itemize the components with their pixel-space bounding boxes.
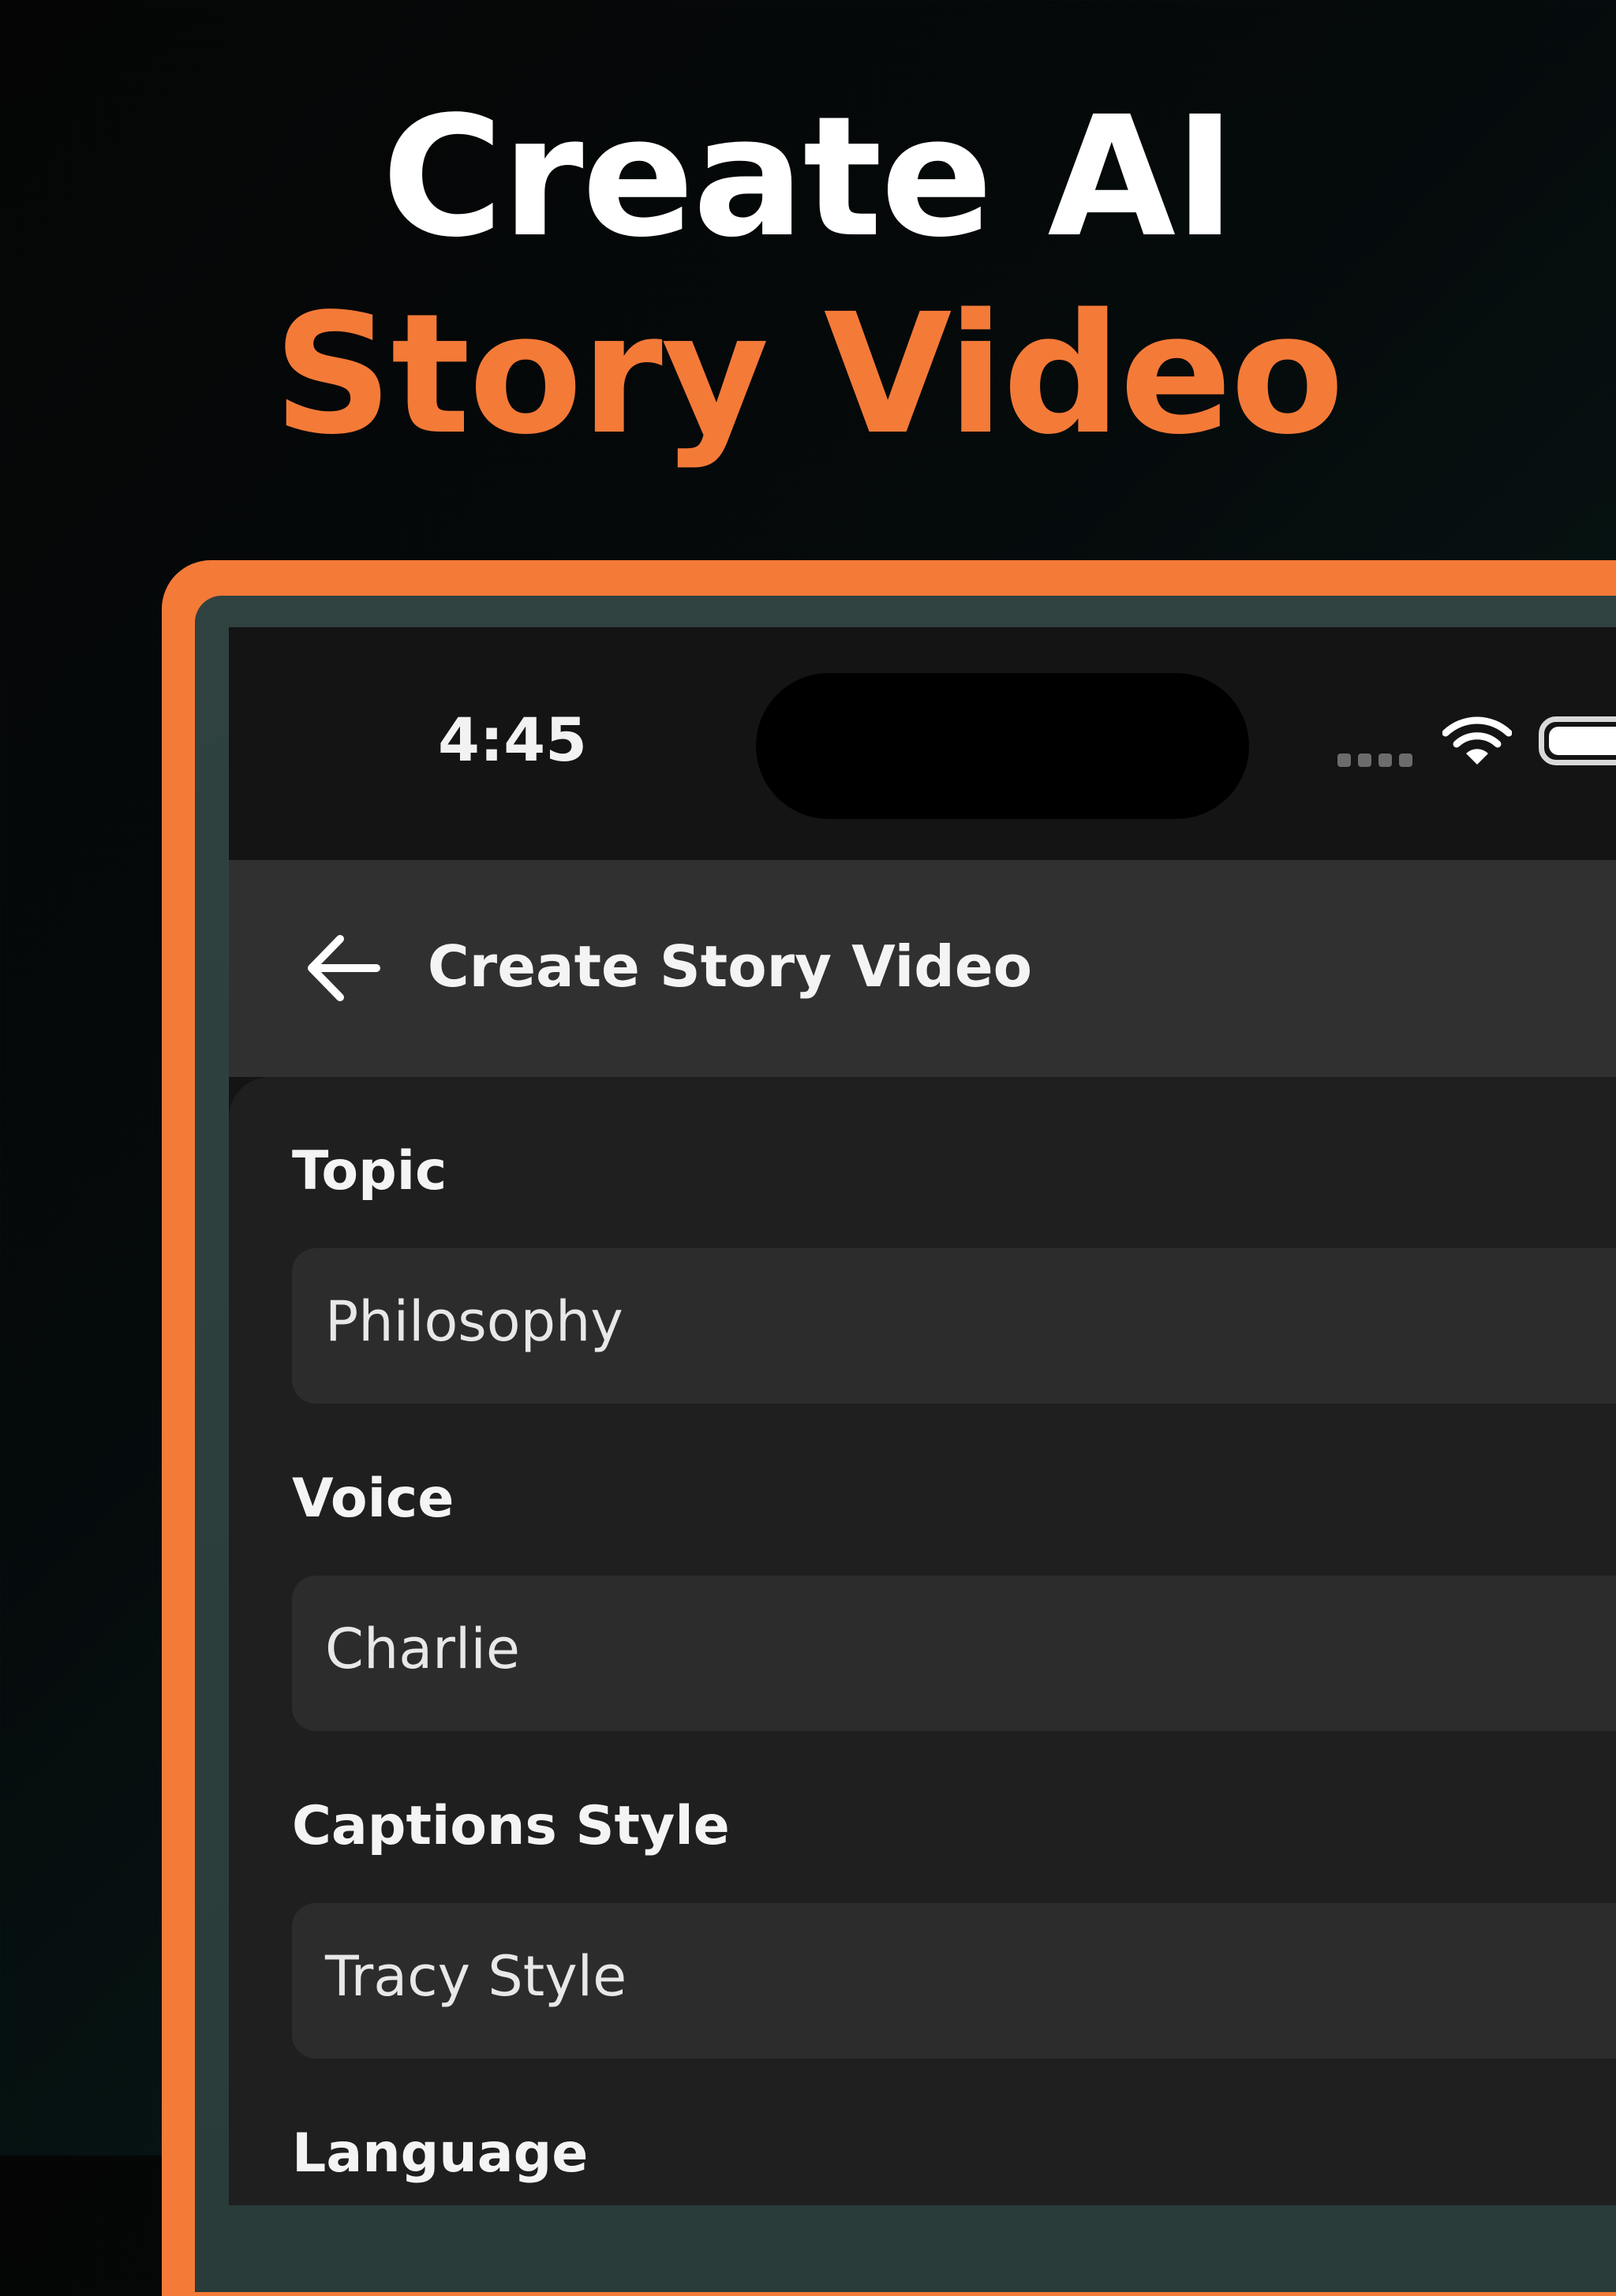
captions-style-field[interactable]: Tracy Style: [292, 1903, 1616, 2059]
wifi-icon: [1442, 716, 1512, 765]
captions-style-value: Tracy Style: [325, 1944, 627, 2009]
page-title: Create Story Video: [427, 933, 1033, 1000]
language-label: Language: [292, 2122, 589, 2185]
promo-headline-line1: Create AI: [381, 80, 1236, 274]
promo-headline-line2: Story Video: [273, 278, 1344, 471]
nav-bar: Create Story Video: [229, 860, 1616, 1077]
status-bar: 4:45: [229, 627, 1616, 860]
captions-style-label: Captions Style: [292, 1795, 730, 1857]
dynamic-island: [756, 673, 1249, 819]
signal-icon: [1337, 753, 1412, 767]
battery-icon: [1539, 716, 1616, 765]
topic-field[interactable]: Philosophy: [292, 1248, 1616, 1404]
device-screen: 4:45 Create Story Video Topic Philosophy…: [229, 627, 1616, 2205]
form-panel: Topic Philosophy Voice Charlie Captions …: [229, 1077, 1616, 2205]
voice-label: Voice: [292, 1468, 454, 1530]
topic-value: Philosophy: [325, 1289, 623, 1354]
topic-label: Topic: [292, 1140, 447, 1202]
voice-field[interactable]: Charlie: [292, 1576, 1616, 1731]
voice-value: Charlie: [325, 1617, 520, 1681]
status-time: 4:45: [438, 705, 588, 775]
